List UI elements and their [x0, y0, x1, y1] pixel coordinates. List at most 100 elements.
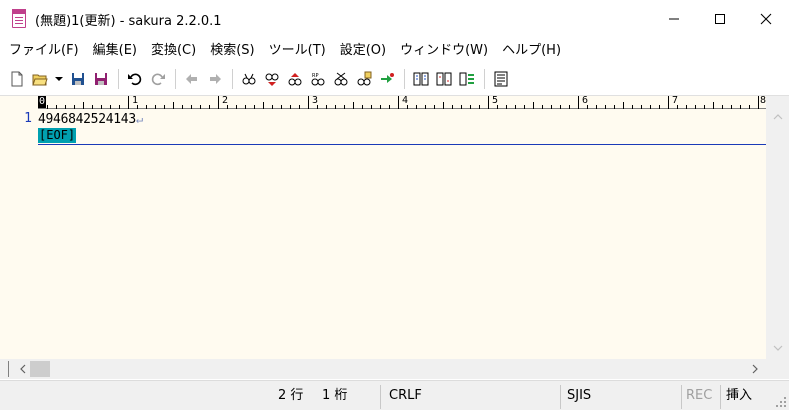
ruler-mark: 1 — [132, 95, 139, 106]
status-insert-mode[interactable]: 挿入 — [726, 381, 752, 410]
find-button[interactable] — [238, 68, 260, 90]
diff-icon — [436, 72, 452, 86]
scrollbar-corner — [766, 359, 789, 379]
ruler: 0 1 2 3 4 5 6 7 8 — [38, 95, 766, 109]
ruler-mark: 5 — [492, 95, 499, 106]
jump-back-icon — [186, 74, 197, 84]
status-row: 2 行 — [278, 388, 304, 403]
toolbar-separator — [175, 69, 176, 89]
status-divider — [560, 385, 561, 409]
outline-icon — [459, 72, 474, 86]
menu-tools[interactable]: ツール(T) — [262, 39, 333, 63]
new-file-button[interactable] — [6, 68, 28, 90]
maximize-button[interactable] — [697, 0, 743, 38]
eof-marker: [EOF] — [38, 128, 77, 143]
find-next-button[interactable] — [284, 68, 306, 90]
diff-button[interactable] — [433, 68, 455, 90]
status-rec: REC — [686, 388, 713, 403]
scroll-down-button[interactable] — [766, 339, 789, 356]
ruler-mark: 6 — [582, 95, 589, 106]
chevron-up-icon — [773, 113, 782, 119]
menu-window[interactable]: ウィンドウ(W) — [393, 39, 495, 63]
menu-file[interactable]: ファイル(F) — [2, 39, 86, 63]
chevron-right-icon — [752, 364, 758, 374]
menu-search[interactable]: 検索(S) — [203, 39, 261, 63]
menu-convert[interactable]: 変換(C) — [144, 39, 203, 63]
ruler-mark: 3 — [312, 95, 319, 106]
save-all-button[interactable] — [90, 68, 112, 90]
maximize-icon — [715, 14, 725, 24]
grep-icon — [357, 71, 372, 86]
eol-marker: ↵ — [135, 112, 143, 126]
list-view-icon — [494, 71, 508, 87]
replace-icon: RP — [311, 73, 325, 86]
ruler-mark: 2 — [222, 95, 229, 106]
save-button[interactable] — [67, 68, 89, 90]
jump-forward-icon — [210, 74, 221, 84]
compare-icon — [413, 72, 429, 86]
new-file-icon — [11, 71, 23, 87]
status-column: 1 桁 — [322, 388, 348, 403]
compare-button[interactable] — [410, 68, 432, 90]
jump-forward-button[interactable] — [204, 68, 226, 90]
open-file-button[interactable] — [29, 68, 51, 90]
status-bar: 2 行 1 桁 CRLF SJIS REC 挿入 — [0, 380, 789, 410]
menu-edit[interactable]: 編集(E) — [86, 39, 144, 63]
save-all-icon — [95, 73, 107, 85]
svg-text:RP: RP — [312, 73, 319, 79]
status-divider — [720, 385, 721, 409]
chevron-down-icon — [773, 345, 782, 351]
line-number[interactable]: 1 — [0, 110, 32, 128]
undo-button[interactable] — [124, 68, 146, 90]
redo-icon — [151, 73, 165, 86]
find-prev-button[interactable] — [261, 68, 283, 90]
toolbar-separator — [118, 69, 119, 89]
title-bar: (無題)1(更新) - sakura 2.2.0.1 — [0, 0, 789, 38]
open-folder-icon — [32, 74, 48, 86]
ruler-mark: 4 — [402, 95, 409, 106]
horizontal-scroll-thumb[interactable] — [30, 361, 50, 377]
redo-button[interactable] — [147, 68, 169, 90]
vertical-scrollbar[interactable] — [766, 96, 789, 360]
jump-back-button[interactable] — [181, 68, 203, 90]
ruler-mark: 7 — [672, 95, 679, 106]
editor-area[interactable]: 0 1 2 3 4 5 6 7 8 1 4946842524143↵ [EOF] — [0, 95, 789, 360]
tag-jump-icon — [381, 73, 394, 83]
replace-button[interactable]: RP — [307, 68, 329, 90]
toolbar-separator — [484, 69, 485, 89]
horizontal-scrollbar[interactable] — [0, 359, 766, 379]
status-divider — [380, 385, 381, 409]
outline-button[interactable] — [456, 68, 478, 90]
window-title: (無題)1(更新) - sakura 2.2.0.1 — [35, 13, 222, 29]
cursor-line-underline — [38, 144, 766, 145]
tag-jump-button[interactable] — [376, 68, 398, 90]
toolbar-separator — [404, 69, 405, 89]
find-glasses-icon — [242, 73, 256, 85]
menu-help[interactable]: ヘルプ(H) — [495, 39, 568, 63]
status-divider — [681, 385, 682, 409]
close-button[interactable] — [743, 0, 789, 38]
toolbar: RP — [0, 64, 789, 94]
split-edge[interactable] — [8, 361, 9, 377]
menu-bar: ファイル(F) 編集(E) 変換(C) 検索(S) ツール(T) 設定(O) ウ… — [0, 38, 789, 64]
find-prev-icon — [265, 73, 279, 86]
undo-icon — [128, 73, 142, 86]
minimize-button[interactable] — [651, 0, 697, 38]
close-icon — [760, 13, 772, 25]
toolbar-separator — [232, 69, 233, 89]
scroll-up-button[interactable] — [766, 108, 789, 125]
menu-settings[interactable]: 設定(O) — [333, 39, 393, 63]
scroll-right-button[interactable] — [744, 359, 766, 379]
text-line[interactable]: 4946842524143↵ — [38, 110, 143, 129]
grep-button[interactable] — [353, 68, 375, 90]
list-view-button[interactable] — [490, 68, 512, 90]
save-icon — [72, 73, 84, 85]
resize-grip-icon[interactable] — [775, 396, 787, 408]
status-eol[interactable]: CRLF — [389, 381, 422, 410]
clear-search-mark-button[interactable] — [330, 68, 352, 90]
sakura-app-icon[interactable] — [11, 9, 27, 29]
window-controls — [651, 0, 789, 38]
dropdown-arrow-icon — [55, 77, 63, 81]
open-dropdown-button[interactable] — [52, 68, 66, 90]
status-encoding[interactable]: SJIS — [567, 381, 591, 410]
